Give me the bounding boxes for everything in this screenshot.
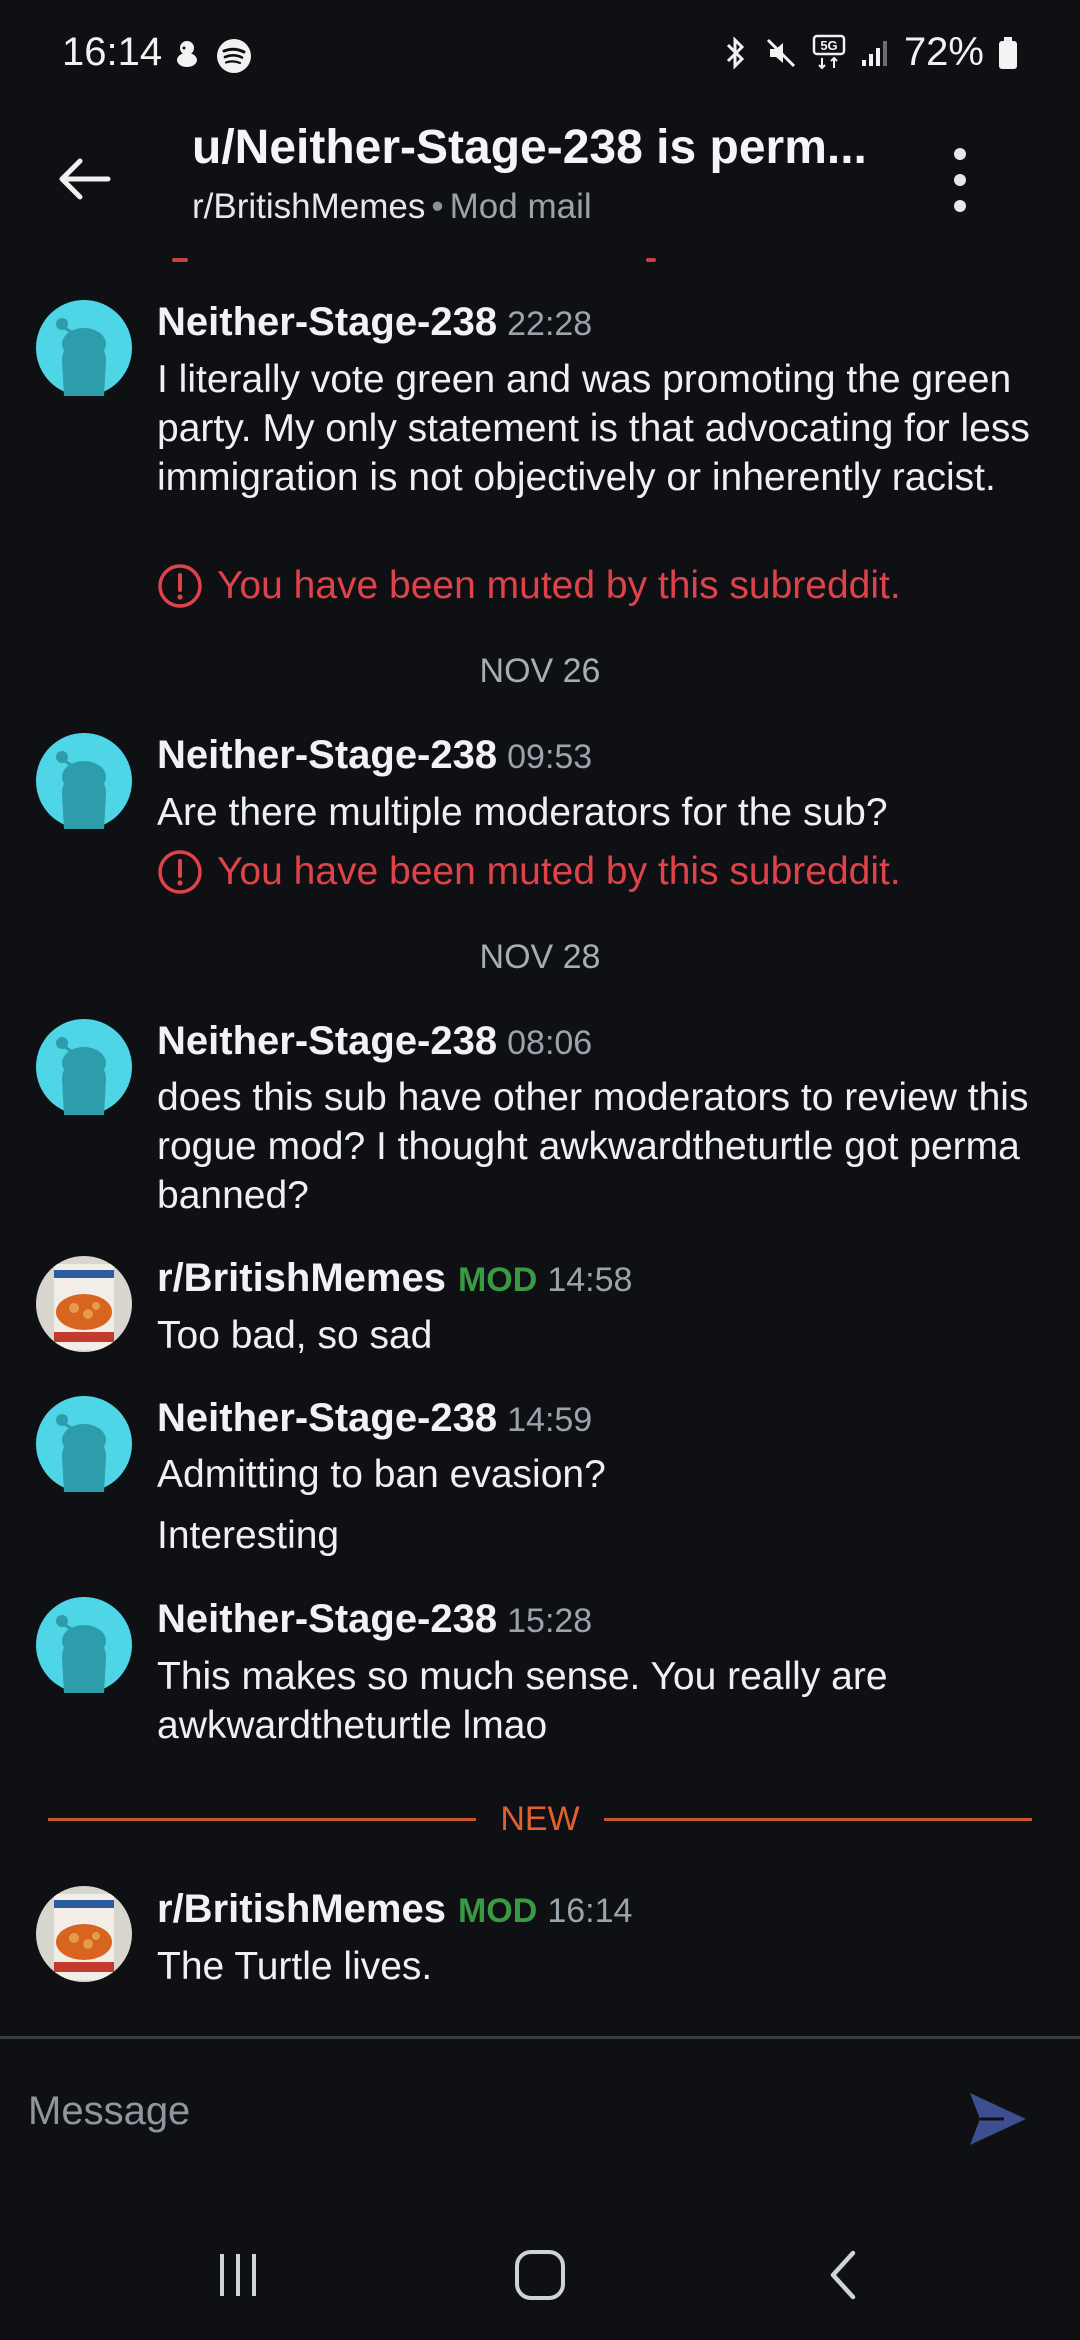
mod-badge: MOD: [457, 1261, 538, 1299]
scroll-clip-mark: [172, 258, 188, 262]
system-nav-bar: [0, 2200, 1080, 2340]
back-button[interactable]: [46, 141, 122, 217]
home-button[interactable]: [505, 2245, 575, 2305]
message-body: The Turtle lives.: [157, 1945, 433, 1988]
message-body: Too bad, so sad: [157, 1314, 433, 1357]
author-name[interactable]: r/BritishMemes: [157, 1256, 446, 1300]
arrow-left-icon: [59, 158, 111, 200]
snoo-avatar-icon: [36, 1396, 132, 1492]
subreddit-link[interactable]: r/BritishMemes: [192, 187, 425, 226]
author-name[interactable]: r/BritishMemes: [157, 1887, 446, 1931]
home-icon: [515, 2250, 565, 2300]
snoo-avatar-icon: [36, 1019, 132, 1115]
more-options-button[interactable]: [940, 145, 980, 215]
muted-text: You have been muted by this subreddit.: [217, 850, 901, 893]
kebab-dot: [954, 174, 966, 186]
author-name[interactable]: Neither-Stage-238: [157, 1597, 497, 1641]
battery-text: 72%: [903, 30, 984, 74]
snoo-avatar-icon: [36, 1597, 132, 1693]
message-body: I literally vote green and was promoting…: [157, 358, 1030, 499]
avatar[interactable]: [36, 1256, 132, 1352]
header: u/Neither-Stage-238 is perm... r/British…: [0, 115, 1080, 265]
message-header: Neither-Stage-238 09:53: [157, 733, 592, 778]
snoo-avatar-icon: [36, 733, 132, 829]
avatar[interactable]: [36, 1886, 132, 1982]
author-name[interactable]: Neither-Stage-238: [157, 733, 497, 777]
muted-text: You have been muted by this subreddit.: [217, 564, 901, 607]
battery-icon: [998, 36, 1018, 70]
message-time: 08:06: [507, 1024, 593, 1062]
message-header: Neither-Stage-238 22:28: [157, 300, 592, 345]
message-body: Admitting to ban evasion?: [157, 1453, 606, 1496]
message-header: Neither-Stage-238 08:06: [157, 1019, 592, 1064]
message-header: Neither-Stage-238 14:59: [157, 1396, 592, 1441]
conversation-title: u/Neither-Stage-238 is perm...: [192, 121, 867, 174]
message-time: 09:53: [507, 738, 593, 776]
message-time: 15:28: [507, 1602, 593, 1640]
status-time: 16:14: [62, 30, 163, 74]
kebab-dot: [954, 148, 966, 160]
header-subtitle: r/BritishMemes • Mod mail: [192, 187, 592, 227]
avatar[interactable]: [36, 1396, 132, 1492]
baked-beans-avatar-icon: [36, 1886, 132, 1982]
date-separator: NOV 28: [479, 938, 601, 976]
mod-badge: MOD: [457, 1892, 538, 1930]
status-right: 5G 72%: [722, 30, 1018, 75]
avatar[interactable]: [36, 300, 132, 396]
separator-dot: •: [431, 187, 444, 226]
5g-icon: 5G: [812, 34, 846, 72]
message-time: 22:28: [507, 305, 593, 343]
send-icon: [970, 2093, 1026, 2145]
message-composer: Message: [0, 2039, 1080, 2199]
message-body: This makes so much sense. You really are…: [157, 1655, 888, 1747]
message-time: 14:58: [547, 1261, 633, 1299]
snoo-avatar-icon: [36, 300, 132, 396]
scroll-clip-mark: [646, 258, 656, 262]
send-button[interactable]: [964, 2085, 1032, 2153]
bluetooth-icon: [722, 35, 750, 71]
bitmoji-icon: [172, 38, 202, 74]
system-back-button[interactable]: [808, 2245, 878, 2305]
section-label: Mod mail: [449, 187, 592, 226]
signal-icon: [860, 38, 890, 68]
author-name[interactable]: Neither-Stage-238: [157, 300, 497, 344]
avatar[interactable]: [36, 1597, 132, 1693]
avatar[interactable]: [36, 733, 132, 829]
chevron-left-icon: [830, 2250, 856, 2300]
message-header: Neither-Stage-238 15:28: [157, 1597, 592, 1642]
divider-line: [604, 1818, 1032, 1821]
author-name[interactable]: Neither-Stage-238: [157, 1019, 497, 1063]
author-name[interactable]: Neither-Stage-238: [157, 1396, 497, 1440]
alert-icon: [158, 564, 202, 608]
date-separator: NOV 26: [479, 652, 601, 690]
avatar[interactable]: [36, 1019, 132, 1115]
svg-text:5G: 5G: [820, 38, 837, 53]
message-time: 16:14: [547, 1892, 633, 1930]
recent-apps-icon: [220, 2254, 256, 2296]
message-time: 14:59: [507, 1401, 593, 1439]
message-input[interactable]: Message: [28, 2089, 190, 2134]
message-body: Are there multiple moderators for the su…: [157, 791, 888, 834]
alert-icon: [158, 850, 202, 894]
new-messages-divider: NEW: [48, 1800, 1032, 1840]
kebab-dot: [954, 200, 966, 212]
status-bar: 16:14 5G 72%: [0, 0, 1080, 115]
message-body: Interesting: [157, 1514, 340, 1557]
message-header: r/BritishMemes MOD 14:58: [157, 1256, 632, 1301]
status-left-icons: [172, 38, 252, 74]
message-body: does this sub have other moderators to r…: [157, 1076, 1029, 1217]
recent-apps-button[interactable]: [203, 2245, 273, 2305]
mute-icon: [764, 36, 798, 70]
spotify-icon: [216, 38, 252, 74]
message-header: r/BritishMemes MOD 16:14: [157, 1887, 632, 1932]
muted-notice: You have been muted by this subreddit.: [157, 849, 901, 895]
muted-notice: You have been muted by this subreddit.: [157, 563, 901, 609]
baked-beans-avatar-icon: [36, 1256, 132, 1352]
